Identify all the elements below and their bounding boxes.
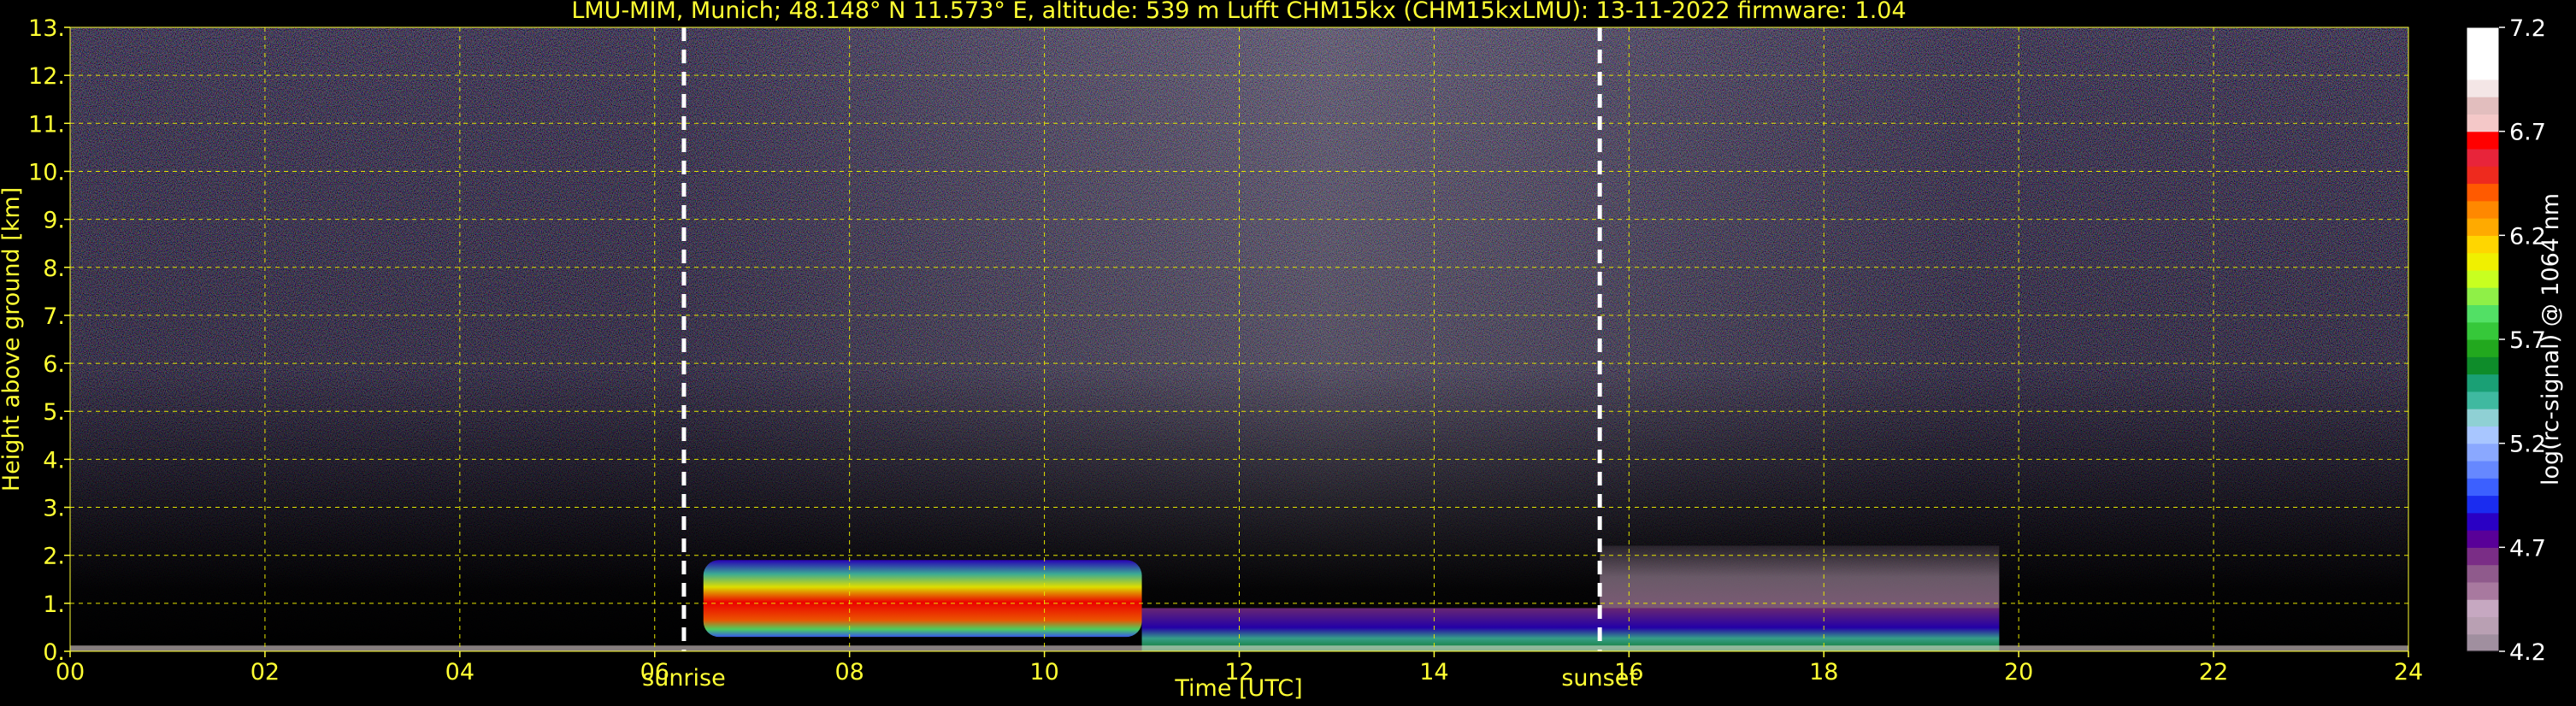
- y-tick-label: 0.: [43, 639, 65, 666]
- sunset-label: sunset: [1561, 665, 1638, 691]
- colorbar-segment: [2467, 478, 2499, 497]
- colorbar-segment: [2467, 633, 2499, 652]
- colorbar-segment: [2467, 114, 2499, 132]
- colorbar-segment: [2467, 131, 2499, 150]
- colorbar-tick-label: 4.7: [2509, 535, 2546, 562]
- feature-aerosol-cloud-layer: [703, 560, 1142, 638]
- colorbar-segment: [2467, 218, 2499, 236]
- colorbar-segment: [2467, 356, 2499, 375]
- y-tick-label: 5.: [43, 399, 65, 426]
- x-tick-label: 18: [1809, 659, 1838, 685]
- colorbar-segment: [2467, 269, 2499, 288]
- y-tick-label: 2.: [43, 544, 65, 570]
- colorbar-segment: [2467, 495, 2499, 514]
- colorbar-segment: [2467, 391, 2499, 409]
- colorbar-segment: [2467, 183, 2499, 202]
- colorbar-segment: [2467, 27, 2499, 45]
- colorbar-segment: [2467, 166, 2499, 185]
- y-tick-label: 8.: [43, 256, 65, 282]
- colorbar-segment: [2467, 460, 2499, 479]
- colorbar-segment: [2467, 252, 2499, 271]
- plot-area: [69, 26, 2409, 652]
- sunrise-label: sunrise: [642, 665, 726, 691]
- x-axis-label: Time [UTC]: [1174, 675, 1302, 702]
- y-tick-label: 6.: [43, 351, 65, 378]
- colorbar-segment: [2467, 564, 2499, 583]
- x-tick-label: 02: [251, 659, 280, 685]
- colorbar-segment: [2467, 148, 2499, 167]
- colorbar-segment: [2467, 304, 2499, 323]
- x-tick-label: 04: [445, 659, 475, 685]
- y-tick-label: 11.: [28, 111, 65, 138]
- colorbar-segment: [2467, 339, 2499, 357]
- colorbar-segment: [2467, 581, 2499, 600]
- x-tick-label: 08: [834, 659, 864, 685]
- x-tick-label: 24: [2394, 659, 2423, 685]
- colorbar-segment: [2467, 374, 2499, 392]
- colorbar-tick-label: 4.2: [2509, 639, 2546, 666]
- x-tick-label: 20: [2004, 659, 2033, 685]
- colorbar-segment: [2467, 409, 2499, 427]
- x-tick-label: 10: [1029, 659, 1058, 685]
- x-tick-label: 22: [2199, 659, 2228, 685]
- x-tick-label: 14: [1419, 659, 1448, 685]
- colorbar-tick-label: 6.7: [2509, 120, 2546, 146]
- y-tick-label: 10.: [28, 159, 65, 185]
- y-tick-label: 1.: [43, 591, 65, 618]
- feature-boundary-layer: [1141, 608, 2000, 651]
- colorbar-segment: [2467, 321, 2499, 340]
- colorbar-segment: [2467, 97, 2499, 115]
- chart-title: LMU-MIM, Munich; 48.148° N 11.573° E, al…: [571, 0, 1906, 24]
- colorbar-segment: [2467, 79, 2499, 97]
- colorbar-segment: [2467, 426, 2499, 444]
- colorbar-segment: [2467, 44, 2499, 63]
- colorbar-segment: [2467, 235, 2499, 254]
- colorbar-segment: [2467, 287, 2499, 306]
- colorbar-label: log(rc-signal) @ 1064 nm: [2538, 193, 2564, 485]
- colorbar: 4.24.75.25.76.26.77.2: [2466, 15, 2546, 666]
- colorbar-segment: [2467, 530, 2499, 548]
- colorbar-tick-label: 7.2: [2509, 15, 2546, 42]
- colorbar-segment: [2467, 200, 2499, 219]
- y-tick-label: 4.: [43, 447, 65, 474]
- colorbar-segment: [2467, 512, 2499, 531]
- colorbar-segment: [2467, 547, 2499, 566]
- ceilometer-chart: LMU-MIM, Munich; 48.148° N 11.573° E, al…: [0, 0, 2564, 702]
- y-tick-label: 12.: [28, 63, 65, 90]
- y-tick-label: 9.: [43, 208, 65, 234]
- y-tick-label: 13.: [28, 15, 65, 42]
- colorbar-segment: [2467, 443, 2499, 462]
- y-tick-label: 7.: [43, 303, 65, 330]
- colorbar-segment: [2467, 616, 2499, 635]
- colorbar-segment: [2467, 62, 2499, 80]
- colorbar-segment: [2467, 599, 2499, 618]
- y-tick-label: 3.: [43, 496, 65, 522]
- y-axis-label: Height above ground [km]: [0, 187, 25, 491]
